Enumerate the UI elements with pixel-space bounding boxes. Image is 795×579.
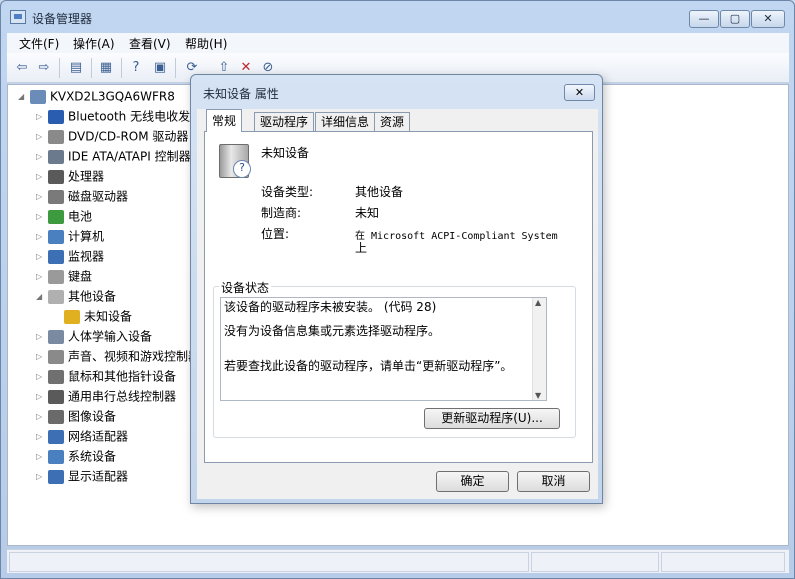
- tab-details[interactable]: 详细信息: [315, 112, 376, 132]
- display-adapter-icon: [48, 469, 64, 484]
- location-value-cont: 上: [355, 241, 368, 255]
- mouse-icon: [48, 369, 64, 384]
- menu-file[interactable]: 文件(F): [19, 35, 59, 52]
- tree-node[interactable]: ▷ 图像设备: [36, 407, 116, 425]
- status-scrollbar[interactable]: [532, 298, 546, 400]
- dialog-close-button[interactable]: ✕: [564, 84, 595, 101]
- unknown-device-icon: [219, 144, 251, 178]
- warning-device-icon: [64, 309, 80, 324]
- menu-view[interactable]: 查看(V): [129, 35, 171, 52]
- camera-icon: [48, 409, 64, 424]
- tree-node[interactable]: ▷ 处理器: [36, 167, 104, 185]
- device-type-value: 其他设备: [355, 185, 404, 199]
- tree-node[interactable]: ▷ 显示适配器: [36, 467, 128, 485]
- device-status-group: 设备状态 该设备的驱动程序未被安装。 (代码 28) 没有为设备信息集或元素选择…: [213, 279, 576, 438]
- processor-icon: [48, 169, 64, 184]
- help-icon[interactable]: ?: [127, 59, 145, 77]
- menu-action[interactable]: 操作(A): [73, 35, 115, 52]
- tree-node[interactable]: ▷ 计算机: [36, 227, 104, 245]
- system-device-icon: [48, 449, 64, 464]
- battery-icon: [48, 209, 64, 224]
- status-line: 若要查找此设备的驱动程序，请单击“更新驱动程序”。: [224, 359, 513, 373]
- tree-node[interactable]: ▷ 鼠标和其他指针设备: [36, 367, 176, 385]
- tree-root[interactable]: ◢ KVXD2L3GQA6WFR8: [18, 87, 175, 105]
- tree-node[interactable]: ▷ 键盘: [36, 267, 92, 285]
- dialog-title: 未知设备 属性: [203, 87, 279, 101]
- menu-bar: 文件(F) 操作(A) 查看(V) 帮助(H): [7, 33, 789, 53]
- tab-driver[interactable]: 驱动程序: [254, 112, 315, 132]
- network-adapter-icon: [48, 429, 64, 444]
- manufacturer-label: 制造商:: [261, 206, 302, 220]
- tree-node[interactable]: ▷ 系统设备: [36, 447, 116, 465]
- tree-node[interactable]: ▷ 人体学输入设备: [36, 327, 152, 345]
- tree-node[interactable]: ◢ 其他设备: [36, 287, 116, 305]
- general-tab-panel: 未知设备 设备类型: 其他设备 制造商: 未知 位置: 在 Microsoft …: [204, 131, 593, 463]
- manufacturer-value: 未知: [355, 206, 380, 220]
- ok-button[interactable]: 确定: [436, 471, 509, 492]
- dialog-body: 常规 驱动程序 详细信息 资源 未知设备 设备类型: 其他设备 制造商: 未知 …: [197, 109, 598, 499]
- bluetooth-icon: [48, 109, 64, 124]
- device-name: 未知设备: [261, 146, 310, 160]
- properties-dialog: 未知设备 属性 ✕ 常规 驱动程序 详细信息 资源 未知设备 设备类型: 其他设…: [190, 74, 603, 504]
- computer-icon: [30, 89, 46, 104]
- tab-resources[interactable]: 资源: [374, 112, 411, 132]
- hid-icon: [48, 329, 64, 344]
- view-icon[interactable]: ▣: [151, 59, 169, 77]
- computer-icon: [48, 229, 64, 244]
- device-status-textbox[interactable]: 该设备的驱动程序未被安装。 (代码 28) 没有为设备信息集或元素选择驱动程序。…: [220, 297, 547, 401]
- show-hide-console-tree-icon[interactable]: ▤: [67, 59, 85, 77]
- forward-icon[interactable]: ⇨: [35, 59, 53, 77]
- window-title: 设备管理器: [32, 12, 93, 26]
- back-icon[interactable]: ⇦: [13, 59, 31, 77]
- dvd-drive-icon: [48, 129, 64, 144]
- menu-help[interactable]: 帮助(H): [185, 35, 227, 52]
- cancel-button[interactable]: 取消: [517, 471, 590, 492]
- device-type-label: 设备类型:: [261, 185, 314, 199]
- tree-node[interactable]: ▷ 声音、视频和游戏控制器: [36, 347, 200, 365]
- keyboard-icon: [48, 269, 64, 284]
- tree-node[interactable]: ▷ 电池: [36, 207, 92, 225]
- tab-general[interactable]: 常规: [206, 109, 243, 132]
- ide-controller-icon: [48, 149, 64, 164]
- tree-node[interactable]: ▷ 网络适配器: [36, 427, 128, 445]
- status-bar: [7, 549, 789, 573]
- tree-node[interactable]: ▷ 监视器: [36, 247, 104, 265]
- tree-node[interactable]: ▷ 通用串行总线控制器: [36, 387, 176, 405]
- title-bar[interactable]: 设备管理器 — ▢ ✕: [1, 1, 794, 33]
- monitor-icon: [48, 249, 64, 264]
- tree-node[interactable]: ▷ IDE ATA/ATAPI 控制器: [36, 147, 191, 165]
- properties-icon[interactable]: ▦: [97, 59, 115, 77]
- device-manager-icon: [10, 10, 26, 24]
- close-button[interactable]: ✕: [751, 10, 785, 28]
- status-line: 没有为设备信息集或元素选择驱动程序。: [224, 324, 441, 338]
- disk-drive-icon: [48, 189, 64, 204]
- location-value: 在 Microsoft ACPI-Compliant System: [355, 231, 558, 242]
- status-line: 该设备的驱动程序未被安装。 (代码 28): [224, 300, 437, 314]
- device-status-label: 设备状态: [219, 279, 272, 296]
- tree-node[interactable]: ▷ DVD/CD-ROM 驱动器: [36, 127, 188, 145]
- tree-node[interactable]: ▷ 磁盘驱动器: [36, 187, 128, 205]
- location-label: 位置:: [261, 227, 290, 241]
- maximize-button[interactable]: ▢: [720, 10, 750, 28]
- sound-icon: [48, 349, 64, 364]
- minimize-button[interactable]: —: [689, 10, 719, 28]
- tree-node[interactable]: ▷ Bluetooth 无线电收发器: [36, 107, 202, 125]
- update-driver-button[interactable]: 更新驱动程序(U)...: [424, 408, 560, 429]
- tree-node[interactable]: 未知设备: [52, 307, 132, 325]
- other-devices-icon: [48, 289, 64, 304]
- usb-icon: [48, 389, 64, 404]
